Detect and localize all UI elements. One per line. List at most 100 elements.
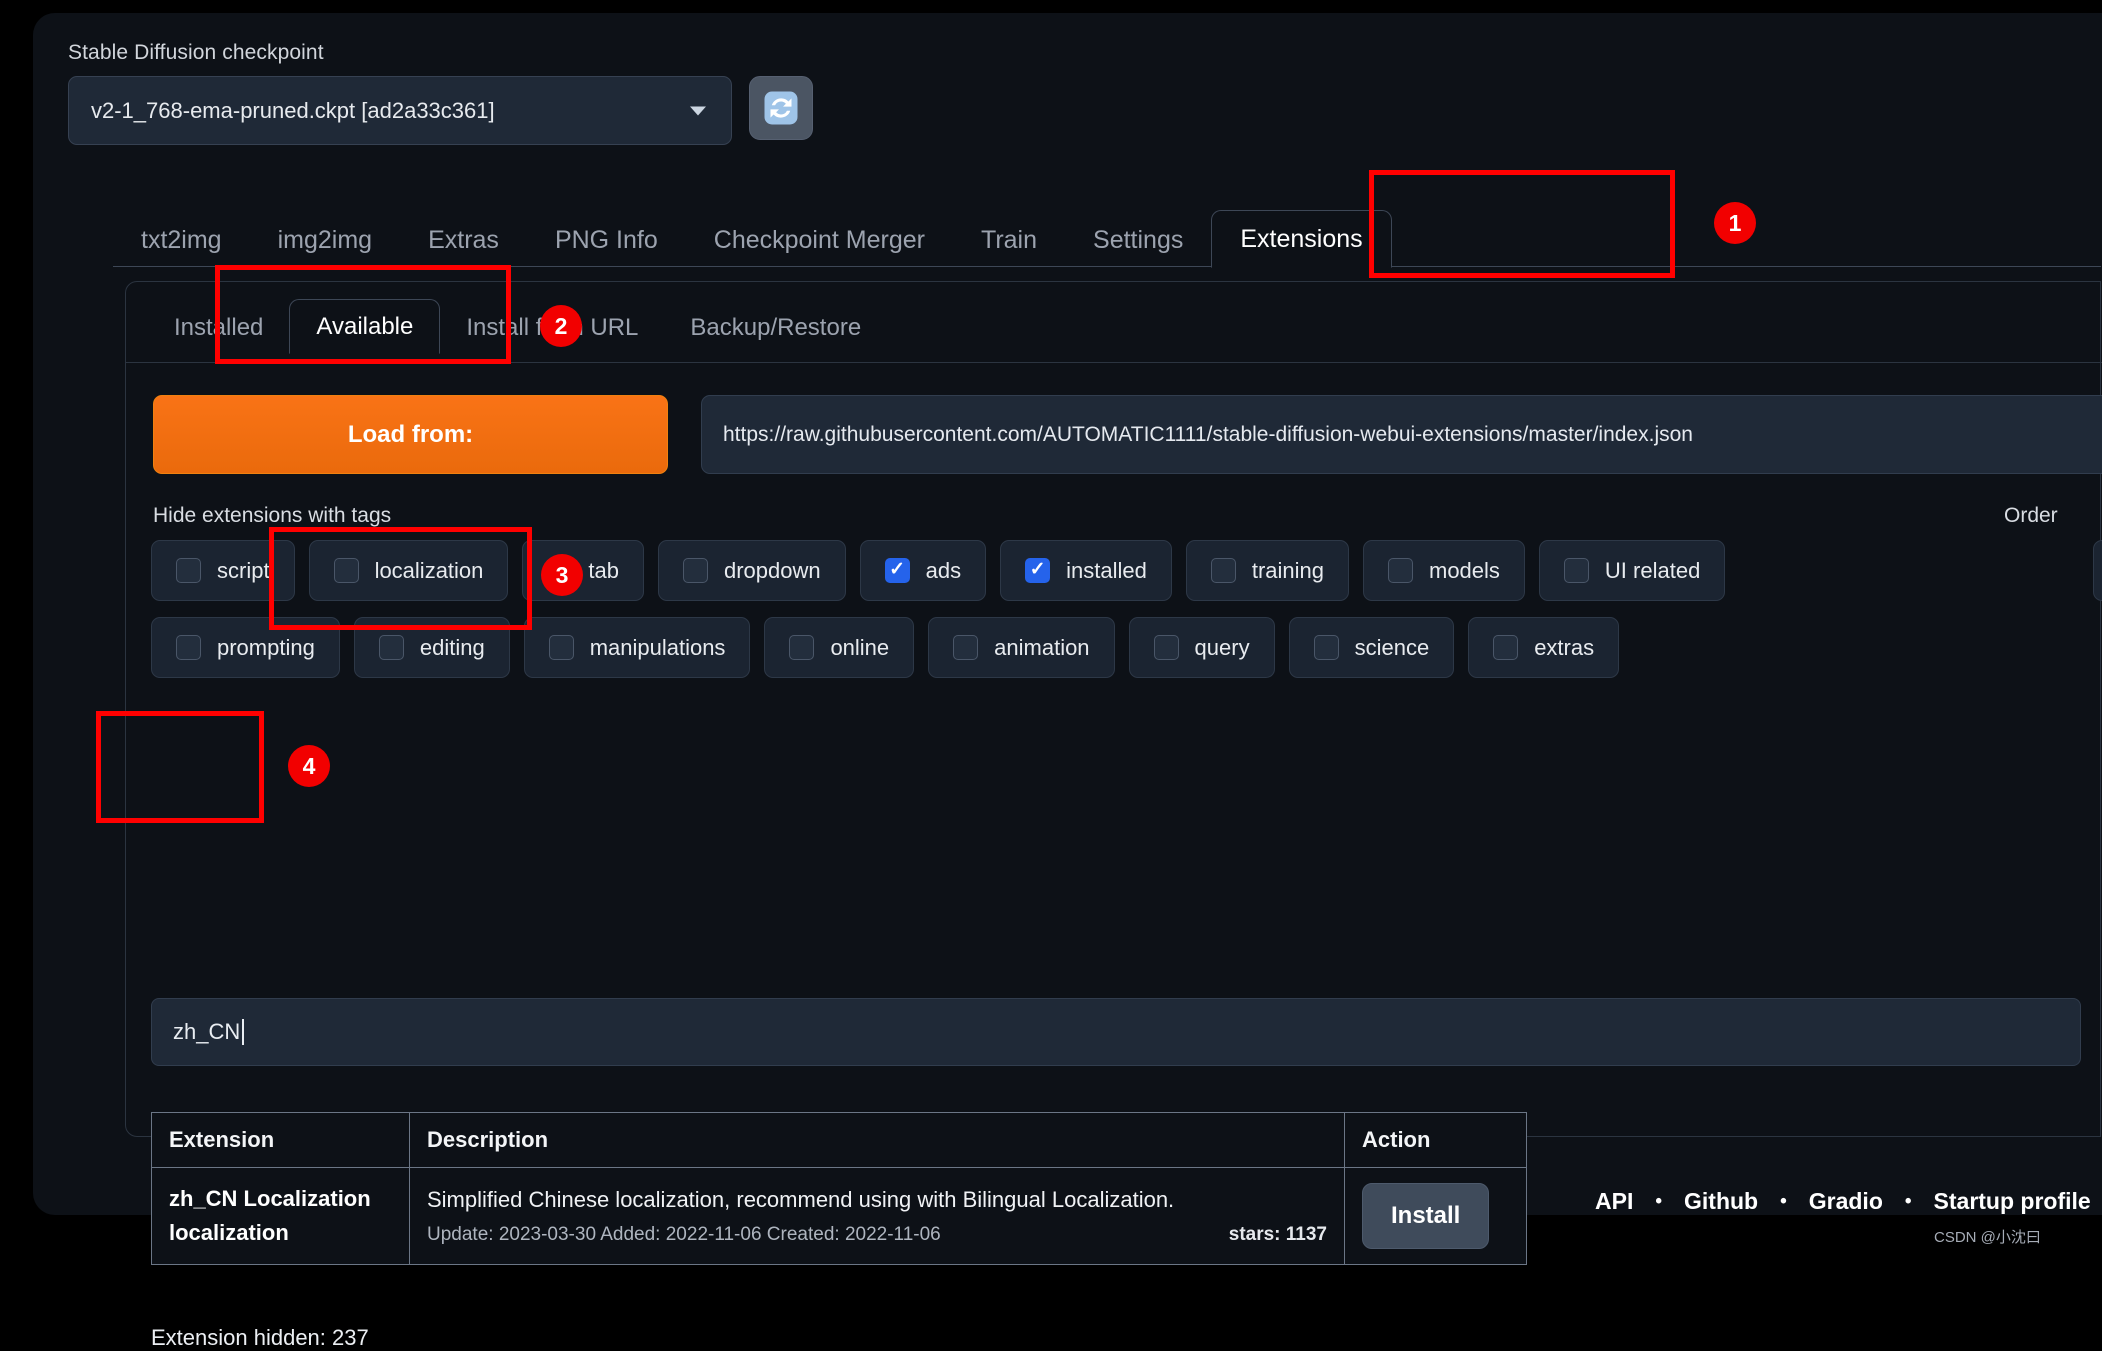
checkpoint-dropdown[interactable]: v2-1_768-ema-pruned.ckpt [ad2a33c361] [68,76,732,145]
main-tab-txt2img[interactable]: txt2img [113,228,250,267]
tag-filter-models[interactable]: ✓ models [1363,540,1525,601]
order-option-newest-first[interactable]: newest first [2093,540,2102,601]
tag-filter-label: online [830,634,890,660]
main-tab-extras[interactable]: Extras [400,228,527,267]
main-tab-img2img[interactable]: img2img [250,228,400,267]
column-header-extension: Extension [151,1112,410,1168]
tag-filter-training[interactable]: ✓ training [1185,540,1349,601]
install-button[interactable]: Install [1362,1183,1490,1250]
footer-separator-dot: • [1904,1190,1912,1212]
checkpoint-value: v2-1_768-ema-pruned.ckpt [ad2a33c361] [91,97,495,123]
checkbox-unchecked-icon[interactable]: ✓ [1563,558,1589,583]
checkbox-unchecked-icon[interactable]: ✓ [176,558,201,583]
checkbox-unchecked-icon[interactable]: ✓ [548,635,574,660]
main-tab-checkpoint-merger[interactable]: Checkpoint Merger [686,228,953,267]
tag-filter-label: UI related [1604,557,1701,583]
checkpoint-block: Stable Diffusion checkpoint v2-1_768-ema… [68,41,813,145]
tag-filter-installed[interactable]: ✓ installed [1000,540,1172,601]
available-extensions-table: Extension Description Action zh_CN Local… [151,1112,1527,1266]
load-from-row: Load from: https://raw.githubusercontent… [153,395,2102,474]
order-label: Order [2004,504,2058,527]
tag-filter-label: ads [925,557,962,583]
tag-filter-label: science [1354,634,1430,660]
tag-filter-manipulations[interactable]: ✓ manipulations [523,617,751,678]
extension-description-cell: Simplified Chinese localization, recomme… [409,1166,1345,1266]
checkbox-unchecked-icon[interactable]: ✓ [683,558,708,583]
tag-filter-ui-related[interactable]: ✓ UI related [1538,540,1726,601]
annotation-badge-1: 1 [1714,202,1756,244]
tag-filter-localization[interactable]: ✓ localization [308,540,509,601]
checkbox-unchecked-icon[interactable]: ✓ [1210,558,1236,583]
refresh-checkpoints-button[interactable] [749,76,813,140]
sub-tab-installed[interactable]: Installed [148,316,289,353]
main-tab-png-info[interactable]: PNG Info [527,228,686,267]
sub-tab-backup-restore[interactable]: Backup/Restore [664,316,887,353]
order-radio-group: newest first [2093,540,2102,601]
footer-links: API • Github • Gradio • Startup profile [1573,1188,2102,1215]
checkbox-unchecked-icon[interactable]: ✓ [1153,635,1179,660]
extension-dates: Update: 2023-03-30 Added: 2022-11-06 Cre… [427,1223,941,1245]
tag-filter-label: extras [1534,634,1595,660]
chevron-down-icon [690,106,706,115]
main-tab-bar: txt2img img2img Extras PNG Info Checkpoint M… [113,205,2101,268]
extension-search-input[interactable]: zh_CN [151,998,2081,1066]
tag-filter-label: editing [419,634,485,660]
tag-filter-label: query [1194,634,1250,660]
sub-tabs-divider [126,362,2102,363]
annotation-badge-4: 4 [288,745,330,787]
tag-filter-script[interactable]: ✓ script [151,540,295,601]
tag-filter-prompting[interactable]: ✓ prompting [151,617,340,678]
checkbox-unchecked-icon[interactable]: ✓ [953,635,979,660]
app-window: Stable Diffusion checkpoint v2-1_768-ema… [33,13,2102,1350]
tag-filter-ads[interactable]: ✓ ads [859,540,987,601]
tag-filter-label: localization [374,557,484,583]
extensions-hidden-count: Extension hidden: 237 [151,1325,369,1350]
checkbox-unchecked-icon[interactable]: ✓ [789,635,815,660]
load-from-button[interactable]: Load from: [153,395,668,474]
checkbox-unchecked-icon[interactable]: ✓ [1388,558,1413,583]
tag-filter-editing[interactable]: ✓ editing [353,617,510,678]
main-tabs-divider [113,266,2101,267]
refresh-icon [764,91,798,125]
tag-filter-label: installed [1066,557,1147,583]
check-icon: ✓ [889,559,906,580]
checkbox-unchecked-icon[interactable]: ✓ [1493,635,1519,660]
footer-link-startup-profile[interactable]: Startup profile [1912,1188,2102,1215]
sub-tab-available[interactable]: Available [289,299,441,354]
tag-filter-extras[interactable]: ✓ extras [1468,617,1620,678]
search-input-value: zh_CN [173,1019,241,1044]
main-tab-settings[interactable]: Settings [1065,228,1211,267]
tag-filter-row-2: ✓prompting✓editing✓manipulations✓online✓… [151,617,1620,678]
checkpoint-label: Stable Diffusion checkpoint [68,41,324,64]
footer-separator-dot: • [1780,1190,1787,1212]
tag-filter-science[interactable]: ✓ science [1288,617,1455,678]
check-icon: ✓ [1029,559,1046,580]
column-header-description: Description [409,1112,1345,1168]
tag-filter-animation[interactable]: ✓ animation [928,617,1115,678]
tag-filter-label: dropdown [724,557,821,583]
main-tab-train[interactable]: Train [953,228,1065,267]
footer-link-api[interactable]: API [1573,1188,1655,1215]
tag-filter-label: tab [588,557,619,583]
table-row: zh_CN Localization localization Simplifi… [151,1166,1527,1266]
footer-link-gradio[interactable]: Gradio [1787,1188,1905,1215]
annotation-badge-3: 3 [541,554,583,596]
index-url-input[interactable]: https://raw.githubusercontent.com/AUTOMA… [701,395,2102,474]
footer-link-github[interactable]: Github [1662,1188,1780,1215]
text-cursor [242,1019,245,1045]
tag-filter-query[interactable]: ✓ query [1128,617,1275,678]
checkbox-unchecked-icon[interactable]: ✓ [176,635,201,660]
annotation-badge-2: 2 [540,305,582,347]
tag-filter-label: script [217,557,270,583]
tag-filter-label: training [1251,557,1324,583]
checkbox-checked-icon[interactable]: ✓ [1025,558,1051,583]
checkbox-checked-icon[interactable]: ✓ [884,558,910,583]
main-tab-extensions[interactable]: Extensions [1211,210,1392,268]
checkbox-unchecked-icon[interactable]: ✓ [333,558,359,583]
extension-name: zh_CN Localization localization [169,1186,371,1246]
checkbox-unchecked-icon[interactable]: ✓ [1313,635,1339,660]
tag-filter-dropdown[interactable]: ✓ dropdown [658,540,846,601]
checkbox-unchecked-icon[interactable]: ✓ [378,635,404,660]
tag-filter-label: prompting [217,634,315,660]
tag-filter-online[interactable]: ✓ online [764,617,915,678]
